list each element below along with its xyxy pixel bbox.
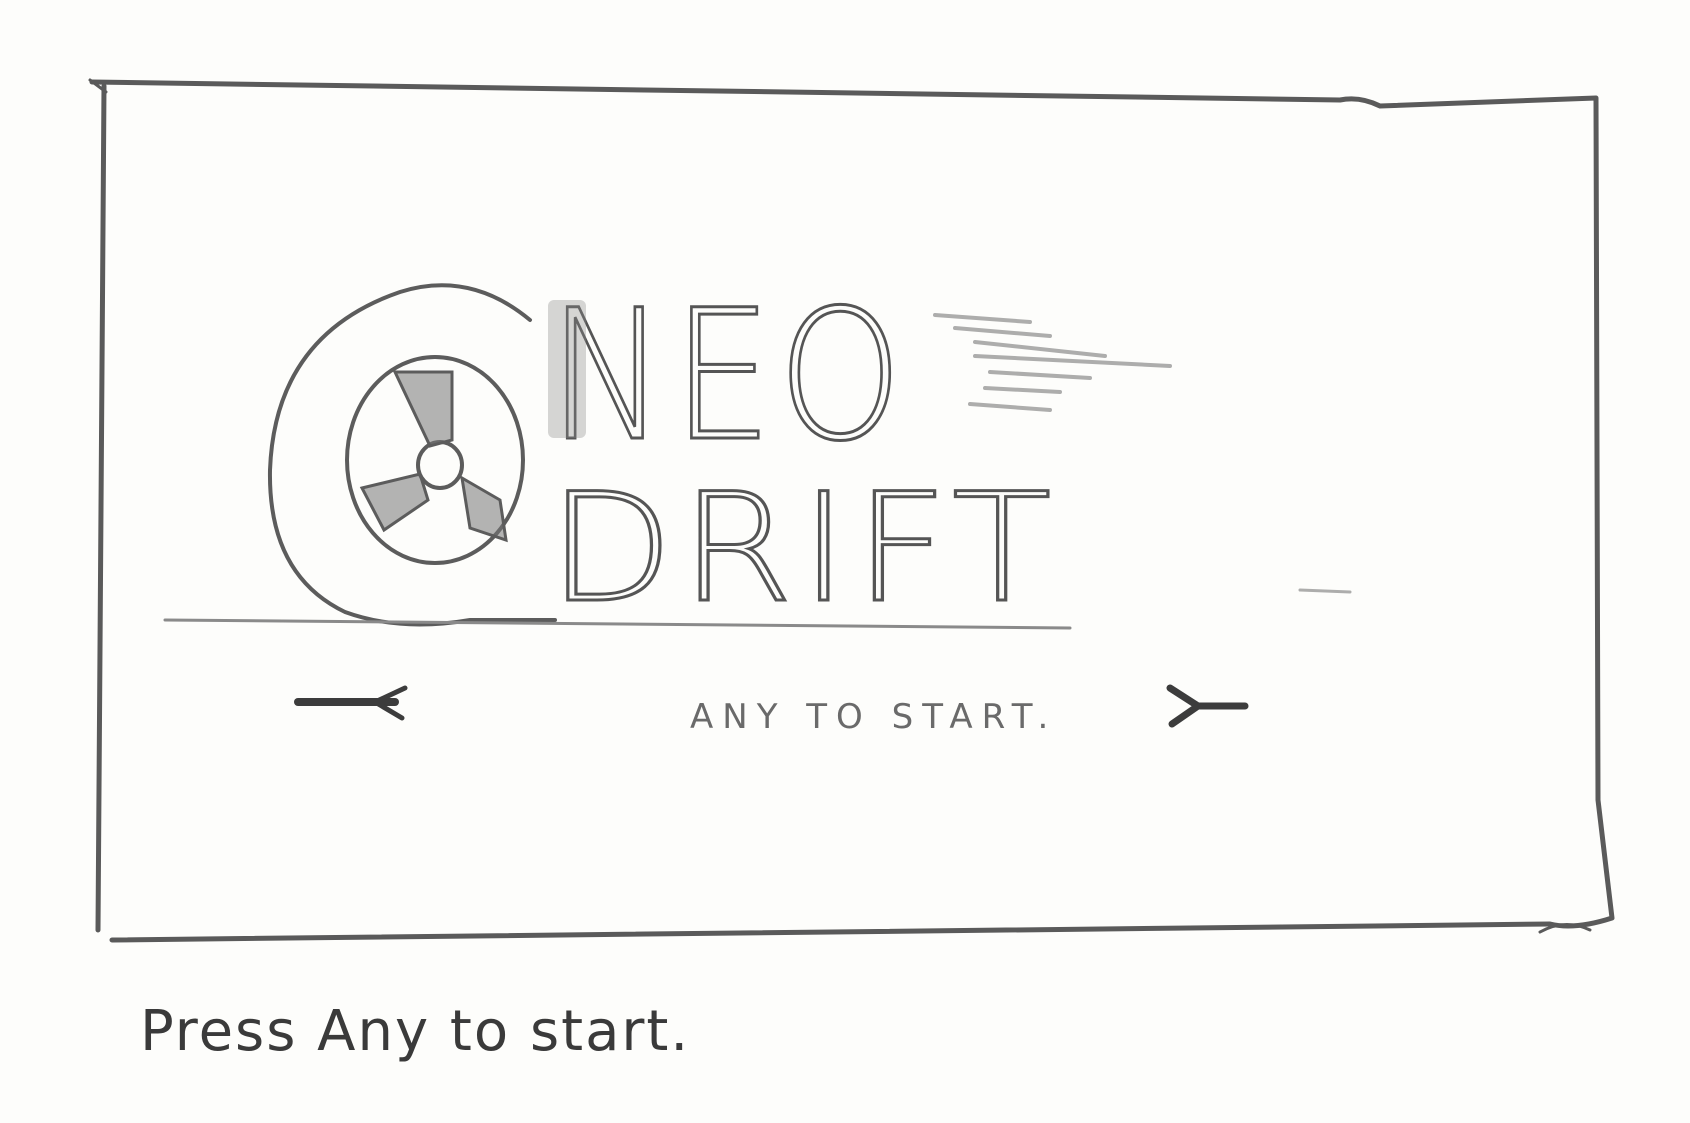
start-prompt[interactable]: ANY TO START. — [690, 697, 1057, 737]
wheel-icon — [267, 283, 557, 627]
game-title-line2: DRIFT — [548, 462, 1058, 636]
right-arrow-icon — [1166, 684, 1249, 728]
game-title-line1: NEO — [548, 272, 908, 481]
left-arrow-icon — [294, 685, 408, 721]
title-shading — [548, 300, 586, 438]
storyboard-sheet: NEO DRIFT ANY TO START. Press Any to sta… — [88, 78, 1615, 1064]
storyboard-caption: Press Any to start. — [140, 999, 690, 1064]
